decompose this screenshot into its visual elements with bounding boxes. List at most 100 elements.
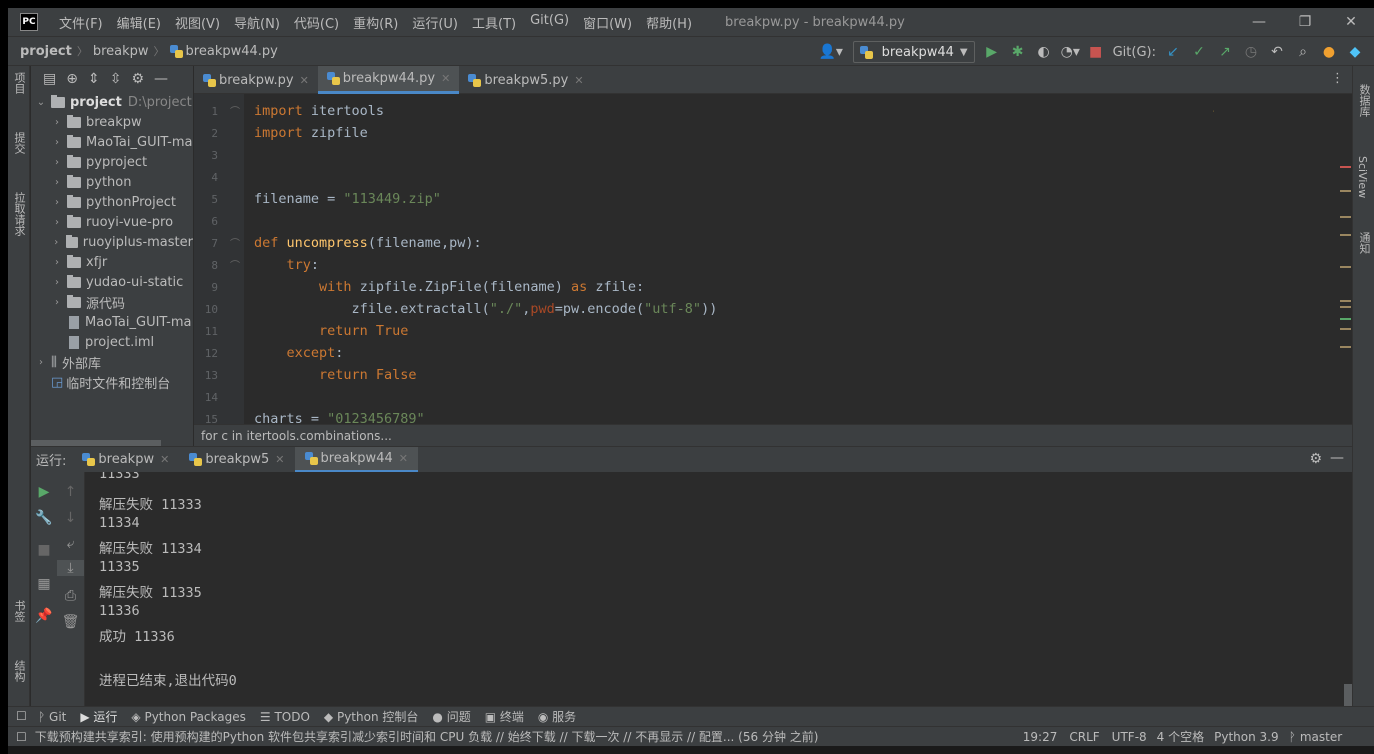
- tree-item-folder[interactable]: › pyproject: [31, 152, 193, 172]
- breadcrumb-folder[interactable]: breakpw: [93, 44, 149, 59]
- tool-tab-database[interactable]: 数据库: [1356, 84, 1372, 117]
- chevron-right-icon[interactable]: ›: [51, 297, 63, 308]
- close-icon[interactable]: ✕: [441, 72, 450, 85]
- fold-icon[interactable]: ⌒: [230, 257, 240, 272]
- rerun-icon[interactable]: ▶: [31, 484, 57, 500]
- run-config-select[interactable]: breakpw44 ▼: [852, 41, 975, 63]
- panel-toggle-icon[interactable]: ☐: [16, 709, 27, 723]
- tool-run[interactable]: ▶ 运行: [80, 708, 117, 725]
- collapse-all-icon[interactable]: ⇳: [110, 71, 122, 87]
- rollback-icon[interactable]: ↶: [1268, 44, 1286, 60]
- tree-item-file[interactable]: project.iml: [31, 332, 193, 352]
- search-icon[interactable]: ⌕: [1294, 44, 1312, 60]
- chevron-right-icon[interactable]: ›: [51, 237, 62, 248]
- warning-marker[interactable]: [1340, 328, 1351, 330]
- run-tab[interactable]: breakpw5 ✕: [179, 447, 294, 473]
- error-stripe[interactable]: [1338, 94, 1352, 424]
- tool-tab-bookmarks[interactable]: 书签: [11, 600, 27, 622]
- change-marker[interactable]: [1340, 318, 1351, 320]
- status-panel-icon[interactable]: ☐: [16, 730, 27, 744]
- close-icon[interactable]: ✕: [399, 452, 408, 465]
- tree-item-folder[interactable]: › yudao-ui-static: [31, 272, 193, 292]
- warning-marker[interactable]: [1340, 266, 1351, 268]
- tree-item-folder[interactable]: › pythonProject: [31, 192, 193, 212]
- debug-icon[interactable]: ✱: [1009, 44, 1027, 60]
- chevron-right-icon[interactable]: ›: [51, 257, 63, 268]
- menu-refactor[interactable]: 重构(R): [346, 13, 405, 32]
- close-icon[interactable]: ✕: [275, 453, 284, 466]
- close-icon[interactable]: ✕: [300, 74, 309, 87]
- warning-marker[interactable]: [1340, 190, 1351, 192]
- tree-scratches[interactable]: ◲ 临时文件和控制台: [31, 372, 193, 392]
- chevron-right-icon[interactable]: ›: [51, 177, 63, 188]
- run-icon[interactable]: ▶: [983, 44, 1001, 60]
- tool-python-packages[interactable]: ◈ Python Packages: [131, 710, 245, 724]
- menu-file[interactable]: 文件(F): [52, 13, 110, 32]
- run-console[interactable]: 11333 解压失败 11333 11334 解压失败 11334 11335 …: [86, 472, 1344, 706]
- close-window-button[interactable]: ✕: [1328, 8, 1374, 36]
- chevron-right-icon[interactable]: ›: [51, 217, 63, 228]
- ide-logo-icon[interactable]: ◆: [1346, 44, 1364, 60]
- tool-todo[interactable]: ☰ TODO: [260, 710, 310, 724]
- profile-icon[interactable]: ◔▾: [1061, 44, 1080, 60]
- tool-tab-structure[interactable]: 结构: [11, 660, 27, 682]
- fold-icon[interactable]: ⌒: [230, 103, 240, 118]
- chevron-right-icon[interactable]: ›: [35, 357, 47, 368]
- tree-item-folder[interactable]: › 源代码: [31, 292, 193, 312]
- run-tab-active[interactable]: breakpw44 ✕: [294, 446, 418, 473]
- warning-marker[interactable]: [1340, 216, 1351, 218]
- menu-window[interactable]: 窗口(W): [576, 13, 639, 32]
- more-tabs-icon[interactable]: ⋮: [1331, 71, 1344, 86]
- trash-icon[interactable]: 🗑: [57, 614, 84, 630]
- status-message[interactable]: 下载预构建共享索引: 使用预构建的Python 软件包共享索引减少索引时间和 C…: [35, 728, 1015, 745]
- tool-problems[interactable]: ● 问题: [432, 708, 470, 725]
- gear-icon[interactable]: ⚙: [1309, 451, 1322, 467]
- hide-icon[interactable]: —: [1330, 450, 1344, 466]
- console-scrollbar[interactable]: [1344, 472, 1352, 706]
- pin-icon[interactable]: 📌: [31, 608, 57, 624]
- line-separator[interactable]: CRLF: [1069, 730, 1099, 744]
- tree-item-folder[interactable]: › xfjr: [31, 252, 193, 272]
- user-icon[interactable]: 👤▾: [817, 44, 845, 60]
- tool-terminal[interactable]: ▣ 终端: [485, 708, 524, 725]
- maximize-button[interactable]: ❐: [1282, 8, 1328, 36]
- chevron-right-icon[interactable]: ›: [51, 157, 63, 168]
- close-icon[interactable]: ✕: [160, 453, 169, 466]
- editor-tab[interactable]: breakpw5.py ✕: [459, 66, 592, 94]
- interpreter[interactable]: Python 3.9: [1214, 730, 1279, 744]
- scrollbar-thumb[interactable]: [1344, 684, 1352, 706]
- menu-help[interactable]: 帮助(H): [639, 13, 699, 32]
- coverage-icon[interactable]: ◐: [1035, 44, 1053, 60]
- minimize-button[interactable]: —: [1236, 8, 1282, 36]
- chevron-right-icon[interactable]: ›: [51, 197, 63, 208]
- stop-icon[interactable]: ■: [1087, 44, 1105, 60]
- close-icon[interactable]: ✕: [574, 74, 583, 87]
- tree-root[interactable]: ⌄ project D:\project: [31, 92, 193, 112]
- tool-services[interactable]: ◉ 服务: [538, 708, 576, 725]
- chevron-right-icon[interactable]: ›: [51, 117, 63, 128]
- warning-marker[interactable]: [1340, 300, 1351, 302]
- tree-item-folder[interactable]: › MaoTai_GUIT-ma: [31, 132, 193, 152]
- layout-icon[interactable]: ▦: [31, 576, 57, 592]
- tree-external-libs[interactable]: › ⫼ 外部库: [31, 352, 193, 372]
- locate-icon[interactable]: ⊕: [66, 71, 78, 87]
- soft-wrap-icon[interactable]: ⤶: [57, 536, 84, 552]
- expand-all-icon[interactable]: ⇕: [88, 71, 100, 87]
- menu-view[interactable]: 视图(V): [168, 13, 227, 32]
- wrench-icon[interactable]: 🔧: [31, 510, 57, 526]
- menu-run[interactable]: 运行(U): [405, 13, 465, 32]
- menu-tools[interactable]: 工具(T): [465, 13, 523, 32]
- chevron-down-icon[interactable]: ⌄: [35, 97, 47, 108]
- indent-setting[interactable]: 4 个空格: [1157, 728, 1204, 745]
- breadcrumb-project[interactable]: project: [20, 44, 72, 59]
- tree-item-folder[interactable]: › ruoyiplus-master: [31, 232, 193, 252]
- tree-item-folder[interactable]: › python: [31, 172, 193, 192]
- arrow-up-icon[interactable]: ↑: [57, 484, 84, 500]
- menu-edit[interactable]: 编辑(E): [110, 13, 168, 32]
- tree-item-file[interactable]: MaoTai_GUIT-ma: [31, 312, 193, 332]
- code-editor[interactable]: import itertools import zipfile filename…: [244, 94, 1214, 424]
- editor-tab-active[interactable]: breakpw44.py ✕: [317, 66, 460, 94]
- git-branch[interactable]: master: [1300, 730, 1342, 744]
- git-commit-icon[interactable]: ✓: [1190, 44, 1208, 60]
- scroll-to-end-icon[interactable]: ⤓: [57, 560, 84, 576]
